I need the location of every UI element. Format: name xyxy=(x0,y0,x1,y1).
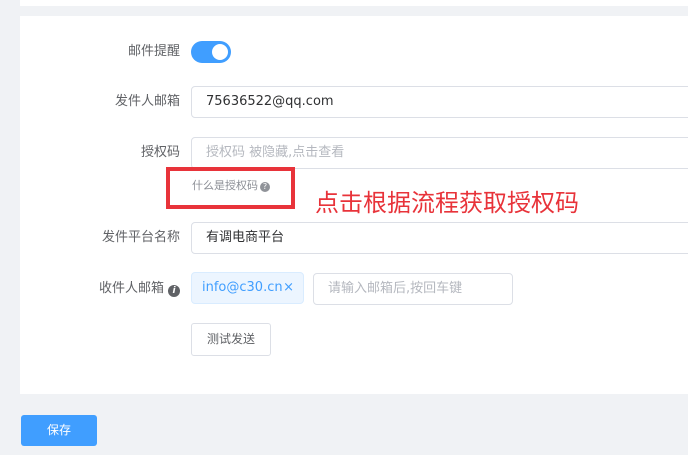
platform-name-input[interactable]: 有调电商平台 xyxy=(191,222,688,254)
top-card-edge xyxy=(20,0,688,6)
sender-email-input[interactable]: 75636522@qq.com xyxy=(191,86,688,118)
switch-knob xyxy=(212,44,228,60)
recipient-email-label-text: 收件人邮箱 xyxy=(98,281,164,296)
question-circle-icon: ? xyxy=(260,182,270,192)
annotation-text: 点击根据流程获取授权码 xyxy=(315,189,579,217)
mail-alert-switch[interactable] xyxy=(191,41,231,63)
info-circle-icon[interactable]: i xyxy=(168,285,180,297)
sender-email-label: 发件人邮箱 xyxy=(114,94,180,109)
platform-name-label: 发件平台名称 xyxy=(101,230,180,245)
mail-alert-label: 邮件提醒 xyxy=(127,44,180,59)
auth-code-label: 授权码 xyxy=(140,145,180,160)
tag-close-icon[interactable]: × xyxy=(283,273,294,303)
test-send-button[interactable]: 测试发送 xyxy=(191,323,271,356)
auth-code-input[interactable]: 授权码 被隐藏,点击查看 xyxy=(191,137,688,169)
recipient-email-tag: info@c30.cn × xyxy=(191,272,304,304)
auth-code-help-link[interactable]: 什么是授权码? xyxy=(192,179,270,193)
recipient-email-tag-text: info@c30.cn xyxy=(202,280,283,295)
save-button[interactable]: 保存 xyxy=(21,415,97,446)
auth-code-help-text: 什么是授权码 xyxy=(192,179,258,192)
recipient-email-input[interactable]: 请输入邮箱后,按回车键 xyxy=(313,273,513,305)
recipient-email-label: 收件人邮箱 i xyxy=(99,281,180,297)
